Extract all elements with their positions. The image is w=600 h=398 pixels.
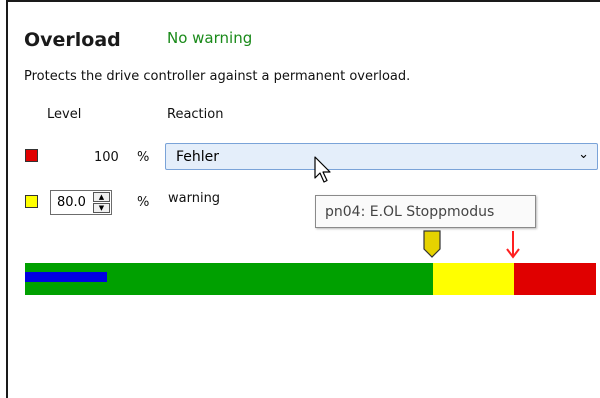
panel-title: Overload <box>24 29 121 51</box>
overload-panel: Overload No warning Protects the drive c… <box>6 0 600 398</box>
warning-status-text: No warning <box>167 29 253 47</box>
mouse-cursor-icon <box>314 156 331 183</box>
warning-color-swatch <box>25 195 38 208</box>
increment-arrow-icon[interactable]: ▲ <box>93 192 110 202</box>
warning-reaction-label: warning <box>168 191 221 206</box>
error-level-unit: % <box>137 150 150 165</box>
current-load-indicator <box>25 272 108 282</box>
error-level-value: 100 <box>94 150 119 165</box>
error-reaction-dropdown[interactable]: Fehler ⌄ <box>165 143 598 170</box>
reaction-column-header: Reaction <box>167 107 224 122</box>
panel-description: Protects the drive controller against a … <box>24 69 411 84</box>
warning-level-value[interactable]: 80.0 <box>57 195 86 210</box>
level-column-header: Level <box>47 107 82 122</box>
chevron-down-icon[interactable]: ⌄ <box>578 147 589 162</box>
error-reaction-selected: Fehler <box>176 149 220 165</box>
warning-level-stepper[interactable]: 80.0 ▲ ▼ <box>50 190 112 215</box>
warning-threshold-marker-icon <box>423 230 441 258</box>
error-color-swatch <box>25 149 38 162</box>
warning-level-unit: % <box>137 195 150 210</box>
decrement-arrow-icon[interactable]: ▼ <box>93 203 110 213</box>
load-bar <box>25 263 596 295</box>
tooltip: pn04: E.OL Stoppmodus <box>315 195 536 228</box>
error-threshold-marker-icon <box>506 231 520 259</box>
load-bar-warning-zone <box>433 263 514 295</box>
tooltip-text: pn04: E.OL Stoppmodus <box>325 204 495 220</box>
load-bar-error-zone <box>514 263 596 295</box>
